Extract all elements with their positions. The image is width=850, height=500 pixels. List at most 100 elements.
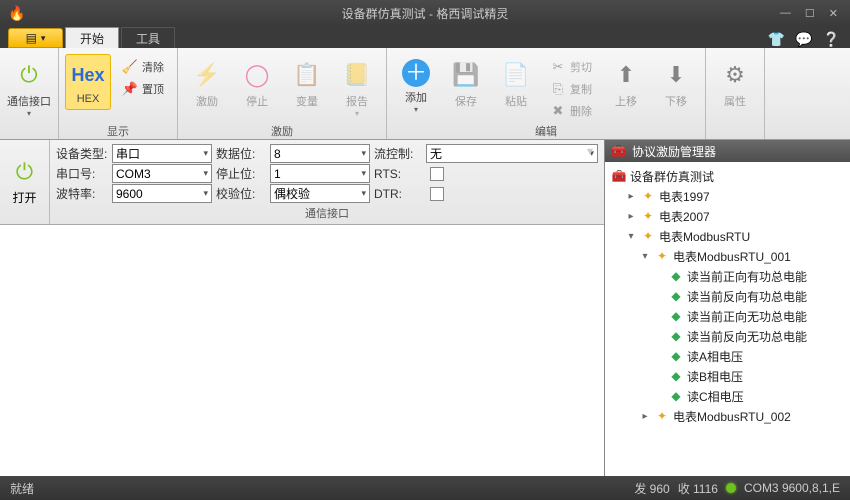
- device-icon: ✦: [640, 189, 656, 203]
- chat-icon[interactable]: 💬: [795, 31, 812, 48]
- port-select[interactable]: COM3: [112, 164, 212, 183]
- tree-leaf[interactable]: ◆读B相电压: [607, 366, 848, 386]
- tree-node[interactable]: ▾✦电表ModbusRTU_001: [607, 246, 848, 266]
- parity-label: 校验位:: [216, 185, 266, 202]
- content-area: [0, 225, 604, 476]
- diamond-icon: ◆: [668, 349, 684, 363]
- tree-root[interactable]: 🧰设备群仿真测试: [607, 166, 848, 186]
- status-led-icon: [726, 483, 736, 493]
- stop-button[interactable]: ◯停止: [234, 54, 280, 114]
- baud-select[interactable]: 9600: [112, 184, 212, 203]
- device-type-label: 设备类型:: [56, 145, 108, 162]
- save-icon: 💾: [450, 59, 482, 91]
- tree-leaf[interactable]: ◆读C相电压: [607, 386, 848, 406]
- window-title: 设备群仿真测试 - 格西调试精灵: [342, 5, 509, 22]
- tab-tools[interactable]: 工具: [121, 27, 175, 48]
- clear-button[interactable]: 🧹清除: [115, 56, 171, 78]
- status-conn: COM3 9600,8,1,E: [744, 481, 840, 495]
- arrow-down-icon: ⬇: [660, 59, 692, 91]
- delete-icon: ✖: [550, 103, 566, 119]
- tree-node[interactable]: ▸✦电表ModbusRTU_002: [607, 406, 848, 426]
- tree-node[interactable]: ▾✦电表ModbusRTU: [607, 226, 848, 246]
- cut-button[interactable]: ✂剪切: [543, 56, 599, 78]
- tree-leaf[interactable]: ◆读当前正向有功总电能: [607, 266, 848, 286]
- config-footer: 通信接口: [56, 204, 598, 224]
- help-icon[interactable]: ❔: [823, 31, 840, 48]
- tree-node[interactable]: ▸✦电表2007: [607, 206, 848, 226]
- chevron-right-icon[interactable]: ▸: [625, 211, 637, 222]
- port-label: 串口号:: [56, 165, 108, 182]
- power-icon: ⏻: [13, 59, 45, 91]
- databits-label: 数据位:: [216, 145, 266, 162]
- tab-start[interactable]: 开始: [65, 27, 119, 48]
- titlebar: 🔥 设备群仿真测试 - 格西调试精灵 — ☐ ✕: [0, 0, 850, 26]
- properties-button[interactable]: ⚙属性: [712, 54, 758, 114]
- tree-view[interactable]: 🧰设备群仿真测试 ▸✦电表1997 ▸✦电表2007 ▾✦电表ModbusRTU…: [605, 162, 850, 476]
- ribbon: ⏻ 通信接口 ▾ Hex HEX 🧹清除 📌置顶 显示 ⚡激励 ◯停止 📋变量 …: [0, 48, 850, 140]
- connect-icon: ⏻: [16, 159, 33, 185]
- chevron-right-icon[interactable]: ▸: [625, 191, 637, 202]
- paste-button[interactable]: 📄粘贴: [493, 54, 539, 114]
- group-label-edit: 编辑: [393, 123, 699, 139]
- device-type-select[interactable]: 串口: [112, 144, 212, 163]
- copy-button[interactable]: ⎘复制: [543, 78, 599, 100]
- list-icon: ▤: [26, 31, 37, 45]
- diamond-icon: ◆: [668, 369, 684, 383]
- left-pane: ⏻ 打开 设备类型: 串口 数据位: 8 流控制: 无 串口号: COM3 停止…: [0, 140, 605, 476]
- chevron-down-icon[interactable]: ▾: [639, 251, 651, 262]
- broom-icon: 🧹: [122, 59, 138, 75]
- plus-icon: ＋: [402, 59, 430, 87]
- delete-button[interactable]: ✖删除: [543, 100, 599, 122]
- device-icon: ✦: [640, 209, 656, 223]
- stimulus-button[interactable]: ⚡激励: [184, 54, 230, 114]
- status-ready: 就绪: [10, 480, 34, 497]
- ribbon-tabbar: ▤ 开始 工具 👕 💬 ❔: [0, 26, 850, 48]
- open-button[interactable]: 打开: [12, 189, 36, 206]
- movedown-button[interactable]: ⬇下移: [653, 54, 699, 114]
- tree-leaf[interactable]: ◆读A相电压: [607, 346, 848, 366]
- tree-leaf[interactable]: ◆读当前反向无功总电能: [607, 326, 848, 346]
- databits-select[interactable]: 8: [270, 144, 370, 163]
- dtr-label: DTR:: [374, 187, 422, 201]
- save-button[interactable]: 💾保存: [443, 54, 489, 114]
- group-label-stimulus: 激励: [184, 123, 380, 139]
- chevron-down-icon[interactable]: ▾: [625, 231, 637, 242]
- device-icon: ✦: [654, 409, 670, 423]
- copy-icon: ⎘: [550, 81, 566, 97]
- right-pane: ▾ 🧰 协议激励管理器 🧰设备群仿真测试 ▸✦电表1997 ▸✦电表2007 ▾…: [605, 140, 850, 476]
- tree-leaf[interactable]: ◆读当前反向有功总电能: [607, 286, 848, 306]
- minimize-button[interactable]: —: [780, 7, 791, 20]
- status-bar: 就绪 发 960 收 1116 COM3 9600,8,1,E: [0, 476, 850, 500]
- briefcase-icon: 🧰: [611, 144, 626, 158]
- diamond-icon: ◆: [668, 389, 684, 403]
- moveup-button[interactable]: ⬆上移: [603, 54, 649, 114]
- hex-icon: Hex: [72, 59, 104, 91]
- rts-checkbox[interactable]: [430, 167, 444, 181]
- shirt-icon[interactable]: 👕: [768, 31, 785, 48]
- pin-button[interactable]: 📌置顶: [115, 78, 171, 100]
- dtr-checkbox[interactable]: [430, 187, 444, 201]
- collapse-panel-icon[interactable]: ▾: [587, 144, 593, 158]
- comm-interface-button[interactable]: ⏻ 通信接口 ▾: [6, 54, 52, 123]
- flow-select[interactable]: 无: [426, 144, 598, 163]
- close-button[interactable]: ✕: [829, 7, 838, 20]
- parity-select[interactable]: 偶校验: [270, 184, 370, 203]
- stopbits-select[interactable]: 1: [270, 164, 370, 183]
- device-icon: ✦: [640, 229, 656, 243]
- diamond-icon: ◆: [668, 329, 684, 343]
- clipboard-icon: 📋: [291, 59, 323, 91]
- gear-icon: ⚙: [719, 59, 751, 91]
- maximize-button[interactable]: ☐: [805, 7, 815, 20]
- pin-icon: 📌: [122, 81, 138, 97]
- hex-button[interactable]: Hex HEX: [65, 54, 111, 110]
- chevron-right-icon[interactable]: ▸: [639, 411, 651, 422]
- app-icon: 🔥: [8, 5, 25, 22]
- diamond-icon: ◆: [668, 309, 684, 323]
- bolt-icon: ⚡: [191, 59, 223, 91]
- variable-button[interactable]: 📋变量: [284, 54, 330, 114]
- report-button[interactable]: 📒报告▾: [334, 54, 380, 123]
- file-menu-button[interactable]: ▤: [8, 28, 63, 48]
- tree-node[interactable]: ▸✦电表1997: [607, 186, 848, 206]
- add-button[interactable]: ＋添加▾: [393, 54, 439, 119]
- tree-leaf[interactable]: ◆读当前正向无功总电能: [607, 306, 848, 326]
